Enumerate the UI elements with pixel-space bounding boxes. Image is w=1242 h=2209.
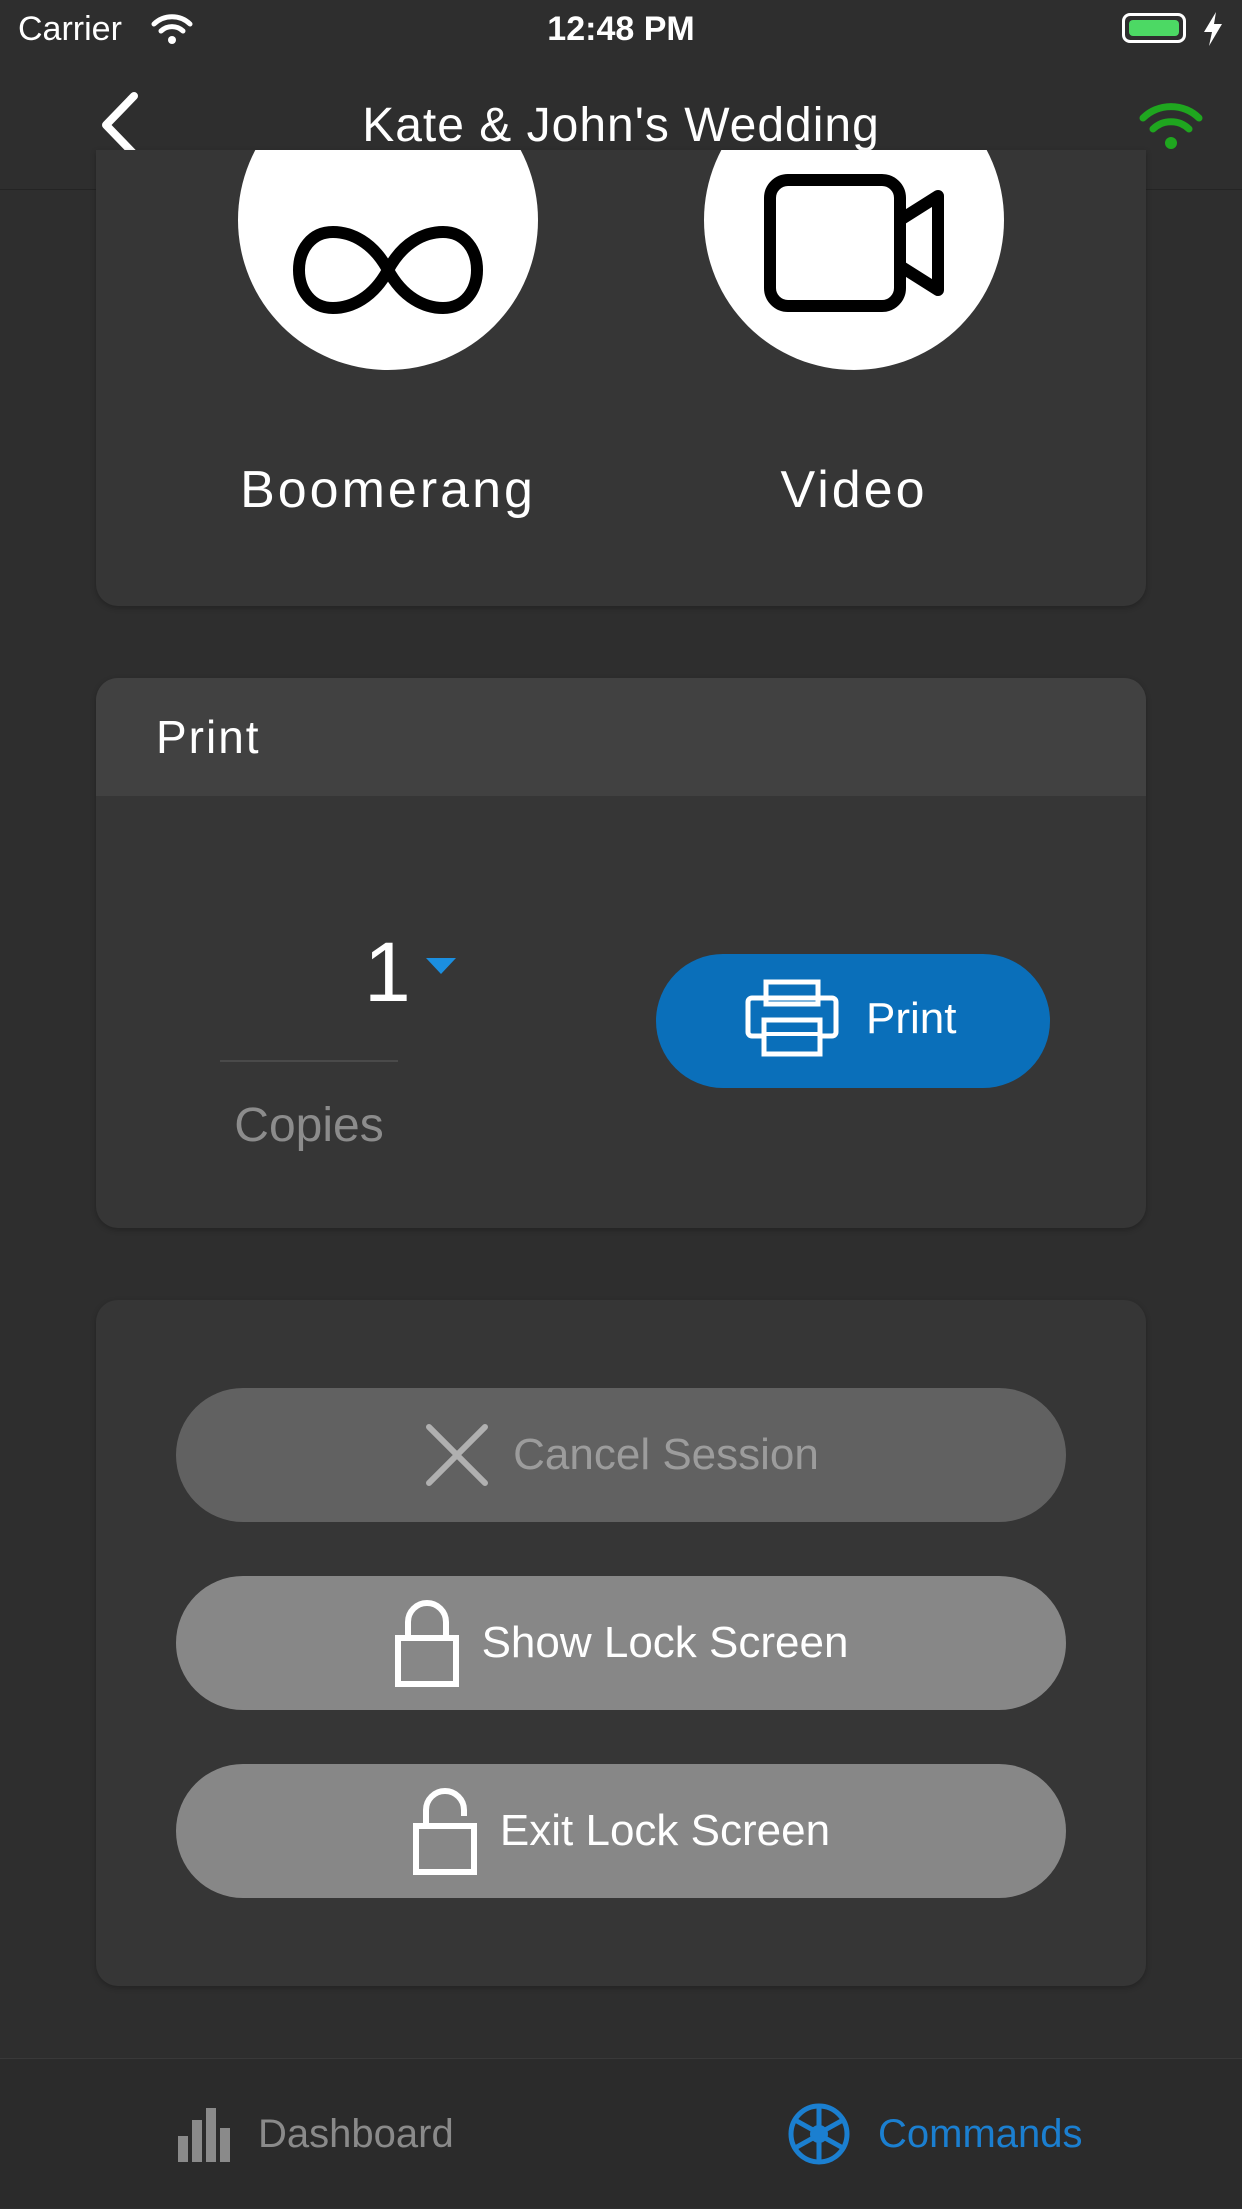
lock-icon (394, 1600, 459, 1687)
print-card-header: Print (96, 678, 1146, 796)
aperture-icon (788, 2103, 850, 2165)
print-card: Print 1 Copies Print (96, 678, 1146, 1228)
tab-dashboard[interactable]: Dashboard (176, 2059, 454, 2209)
show-lock-screen-label: Show Lock Screen (481, 1618, 849, 1667)
bar-chart-icon (178, 2108, 230, 2162)
clock: 12:48 PM (547, 10, 695, 48)
cancel-session-button[interactable]: Cancel Session (176, 1388, 1066, 1522)
page-title: Kate & John's Wedding (362, 99, 880, 152)
capture-modes-card: Boomerang Video (96, 150, 1146, 606)
video-button[interactable] (704, 150, 1004, 370)
tab-dashboard-label: Dashboard (258, 2111, 454, 2156)
copies-label: Copies (234, 1099, 384, 1152)
session-controls-card: Cancel Session Show Lock Screen Exit Loc… (96, 1300, 1146, 1986)
boomerang-button[interactable] (238, 150, 538, 370)
charging-bolt-icon (1204, 12, 1222, 46)
copies-value[interactable]: 1 (364, 924, 411, 1021)
exit-lock-screen-button[interactable]: Exit Lock Screen (176, 1764, 1066, 1898)
tab-commands-label: Commands (878, 2111, 1083, 2156)
exit-lock-screen-label: Exit Lock Screen (499, 1806, 831, 1855)
infinity-icon (293, 225, 483, 315)
copies-underline (220, 1060, 398, 1062)
show-lock-screen-button[interactable]: Show Lock Screen (176, 1576, 1066, 1710)
printer-icon (745, 979, 839, 1057)
tab-bar: Dashboard Commands (0, 2058, 1242, 2208)
tab-commands[interactable]: Commands (788, 2059, 1083, 2209)
video-label: Video (780, 461, 928, 519)
copies-dropdown-caret-icon[interactable] (426, 958, 456, 974)
cancel-session-label: Cancel Session (513, 1430, 819, 1479)
print-button[interactable]: Print (656, 954, 1050, 1088)
video-camera-icon (764, 174, 944, 312)
print-card-title: Print (156, 711, 261, 763)
print-button-label: Print (866, 994, 957, 1043)
connection-wifi-icon (1139, 103, 1203, 149)
status-bar: Carrier 12:48 PM (0, 0, 1242, 60)
unlock-icon (412, 1788, 477, 1875)
close-icon (426, 1424, 489, 1486)
boomerang-label: Boomerang (240, 461, 536, 519)
battery-icon (1122, 13, 1186, 43)
